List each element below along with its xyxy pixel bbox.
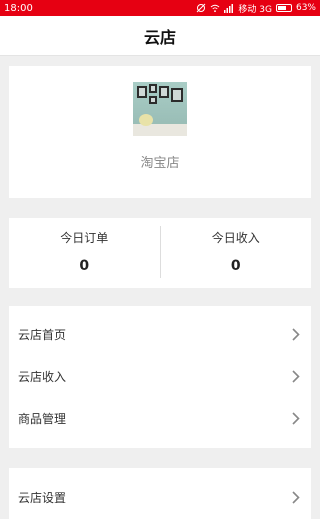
menu-item-label: 云店收入: [18, 369, 67, 384]
chevron-right-icon: [291, 490, 301, 504]
carrier-label: 移动 3G: [238, 4, 272, 15]
stat-label: 今日收入: [211, 231, 260, 245]
menu-item-store-settings[interactable]: 云店设置: [9, 476, 311, 518]
avatar-frame: [149, 84, 157, 93]
store-avatar[interactable]: [133, 82, 187, 136]
stat-value: 0: [79, 258, 90, 274]
stat-today-orders[interactable]: 今日订单 0: [9, 218, 160, 288]
avatar-frame: [159, 86, 169, 98]
signal-icon: [224, 3, 234, 13]
chevron-right-icon: [291, 327, 301, 341]
menu-item-label: 云店设置: [18, 490, 67, 505]
avatar-frame: [137, 86, 147, 98]
menu-item-product-management[interactable]: 商品管理: [9, 397, 311, 439]
stat-label: 今日订单: [60, 231, 109, 245]
status-indicators: 移动 3G 63%: [196, 2, 316, 15]
header: 云店: [0, 16, 320, 56]
chevron-right-icon: [291, 369, 301, 383]
store-name: 淘宝店: [140, 156, 180, 171]
status-bar: 18:00 移动 3G 63%: [0, 0, 320, 16]
chevron-right-icon: [291, 411, 301, 425]
avatar-frame: [149, 96, 157, 104]
menu-item-store-home[interactable]: 云店首页: [9, 313, 311, 355]
avatar-plant: [139, 114, 153, 126]
menu-item-store-income[interactable]: 云店收入: [9, 355, 311, 397]
avatar-frame: [171, 88, 183, 102]
menu-group-main: 云店首页 云店收入 商品管理: [9, 306, 311, 448]
alarm-off-icon: [196, 3, 206, 13]
battery-percent: 63%: [295, 3, 316, 13]
status-time: 18:00: [4, 2, 33, 14]
page-title: 云店: [143, 27, 176, 47]
stats-card: 今日订单 0 今日收入 0: [9, 218, 311, 288]
battery-icon: [275, 4, 292, 12]
menu-group-settings: 云店设置: [9, 468, 311, 519]
stat-value: 0: [230, 258, 241, 274]
menu-item-label: 商品管理: [18, 411, 67, 426]
menu-item-label: 云店首页: [18, 327, 67, 342]
avatar-shelf: [133, 124, 187, 136]
stat-today-income[interactable]: 今日收入 0: [159, 226, 312, 278]
wifi-icon: [210, 3, 220, 13]
store-card[interactable]: 淘宝店: [9, 66, 311, 198]
